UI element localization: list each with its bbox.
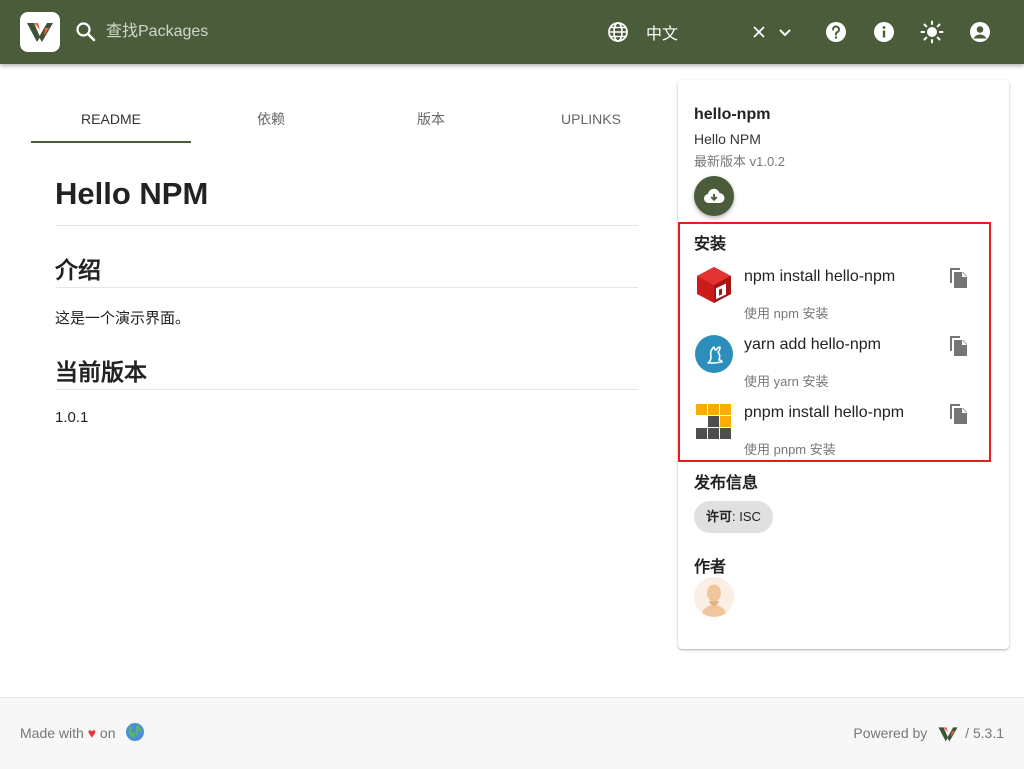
tab-indicator [31,141,191,143]
copy-icon[interactable] [946,402,970,426]
intro-text: 这是一个演示界面。 [55,310,191,327]
npm-install-caption: 使用 npm 安装 [744,306,829,321]
powered-by-label: Powered by [853,725,928,741]
author-title: 作者 [694,559,727,576]
package-tabs: README 依赖 版本 UPLINKS [31,96,671,143]
cloud-download-icon [703,188,725,204]
footer: Made with ♥ on Powered by / 5.3.1 [0,697,1024,769]
account-icon[interactable] [968,20,992,44]
tab-readme[interactable]: README [31,96,191,143]
search-input[interactable] [106,16,526,48]
divider [55,287,638,288]
language-select-value[interactable]: 中文 [646,20,678,44]
version-text: 1.0.1 [55,409,89,426]
package-name: hello-npm [694,106,771,123]
copy-icon[interactable] [946,266,970,290]
npm-install-command: npm install hello-npm [744,268,896,285]
tab-uplinks[interactable]: UPLINKS [511,96,671,143]
user-avatar-icon [701,584,727,617]
verdaccio-logo[interactable] [20,12,60,52]
app-version: / 5.3.1 [965,725,1004,741]
search-icon [76,22,96,42]
tab-versions[interactable]: 版本 [351,96,511,143]
version-heading: 当前版本 [55,359,147,385]
author-avatar[interactable] [694,577,734,617]
release-info-title: 发布信息 [694,475,759,492]
package-description: Hello NPM [694,131,761,147]
brightness-icon[interactable] [920,20,944,44]
download-button[interactable] [694,176,734,216]
pnpm-install-caption: 使用 pnpm 安装 [744,442,836,457]
close-icon[interactable] [750,21,768,43]
divider [55,389,638,390]
license-label: 许可 [706,509,733,524]
made-with-text: Made with ♥ on [20,725,116,741]
yarn-install-caption: 使用 yarn 安装 [744,374,829,389]
readme-title: Hello NPM [55,176,209,211]
chevron-down-icon[interactable] [776,22,794,42]
license-chip: 许可: ISC [694,501,773,533]
npm-icon [697,267,731,303]
info-icon[interactable] [872,20,896,44]
tab-dependencies[interactable]: 依赖 [191,96,351,143]
powered-by: Powered by / 5.3.1 [853,725,1004,743]
earth-icon [126,723,144,741]
divider [55,225,638,226]
verdaccio-logo-icon [27,23,53,42]
license-value: : ISC [732,509,761,524]
package-latest-version: 最新版本 v1.0.2 [694,154,786,169]
heart-icon: ♥ [87,725,97,741]
pnpm-icon [696,404,731,439]
globe-icon [608,22,628,42]
verdaccio-logo-small-icon [938,727,958,742]
copy-icon[interactable] [946,334,970,358]
yarn-icon [695,335,733,373]
install-title: 安装 [694,236,727,253]
yarn-install-command: yarn add hello-npm [744,336,881,353]
help-icon[interactable] [824,20,848,44]
pnpm-install-command: pnpm install hello-npm [744,404,905,421]
top-bar: 中文 [0,0,1024,64]
intro-heading: 介绍 [55,257,101,283]
